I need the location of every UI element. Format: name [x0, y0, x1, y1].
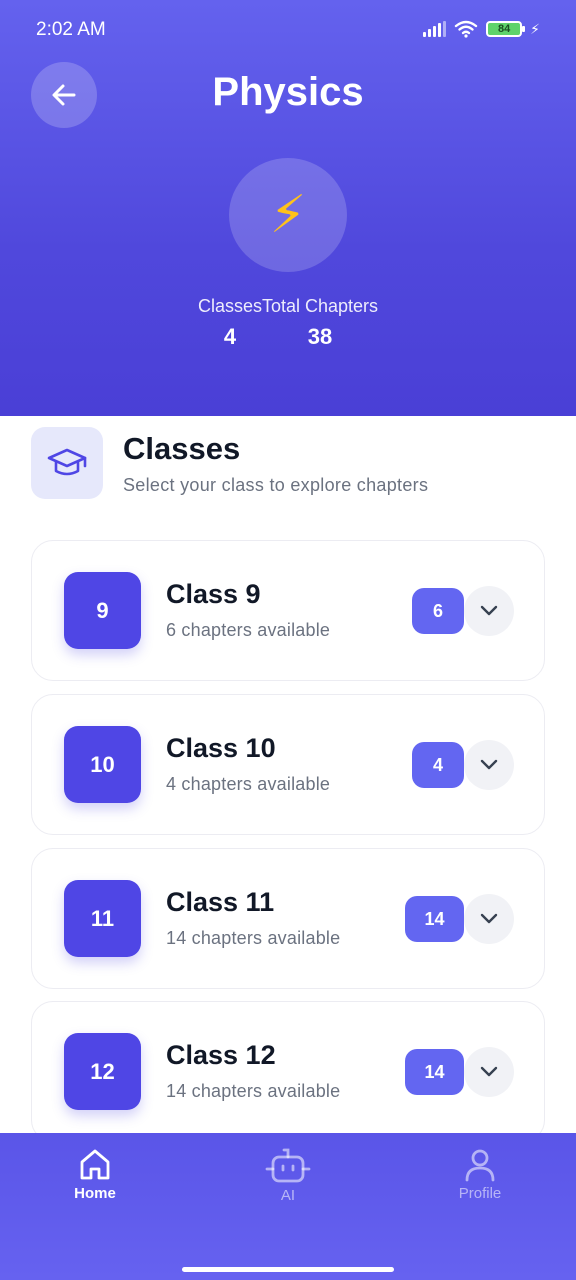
class-card[interactable]: 11 Class 11 14 chapters available 14: [31, 848, 545, 989]
expand-button[interactable]: [464, 586, 514, 636]
signal-icon: [423, 21, 447, 37]
chevron-down-icon: [480, 1066, 498, 1077]
status-icons: 84 ⚡: [423, 20, 540, 38]
chapter-count-badge: 6: [412, 588, 464, 634]
section-subtitle: Select your class to explore chapters: [123, 474, 429, 495]
class-chapter-count-text: 4 chapters available: [166, 774, 331, 794]
class-name: Class 11: [166, 887, 275, 917]
chapter-count-badge: 14: [405, 1049, 464, 1095]
nav-item-profile[interactable]: Profile: [420, 1147, 540, 1202]
charging-icon: ⚡: [530, 20, 540, 37]
home-icon: [80, 1149, 110, 1180]
nav-label: Home: [74, 1185, 116, 1202]
expand-button[interactable]: [464, 894, 514, 944]
nav-label: AI: [280, 1187, 296, 1204]
chapter-count-badge: 4: [412, 742, 464, 788]
stat-classes: Classes 4: [198, 294, 262, 350]
nav-label: Profile: [458, 1185, 502, 1202]
class-card[interactable]: 12 Class 12 14 chapters available 14: [31, 1001, 545, 1142]
battery-icon: 84: [486, 21, 526, 37]
header: 2:02 AM 84 ⚡ Physics ⚡ Classes 4 Total C…: [0, 0, 576, 416]
status-time: 2:02 AM: [36, 19, 106, 40]
home-indicator[interactable]: [182, 1267, 394, 1272]
nav-item-home[interactable]: Home: [35, 1147, 155, 1202]
lightning-bolt-icon: ⚡: [229, 158, 347, 272]
status-bar: 2:02 AM 84 ⚡: [0, 0, 576, 60]
page-title: Physics: [212, 70, 364, 114]
person-icon: [465, 1149, 495, 1182]
stat-value: 4: [223, 324, 237, 349]
stats: Classes 4 Total Chapters 38: [0, 294, 576, 350]
chapter-count-badge: 14: [405, 896, 464, 942]
wifi-icon: [454, 20, 478, 38]
class-chapter-count-text: 14 chapters available: [166, 1081, 341, 1101]
chevron-down-icon: [480, 759, 498, 770]
robot-icon: [265, 1148, 311, 1183]
class-number-badge: 10: [64, 726, 141, 803]
section-header: Classes Select your class to explore cha…: [31, 427, 428, 499]
bottom-nav: Home AI Profile: [0, 1133, 576, 1280]
class-number-badge: 12: [64, 1033, 141, 1110]
chevron-down-icon: [480, 605, 498, 616]
class-card[interactable]: 9 Class 9 6 chapters available 6: [31, 540, 545, 681]
stat-label: Classes: [197, 296, 262, 316]
stat-total-chapters: Total Chapters 38: [262, 294, 378, 350]
nav-item-ai[interactable]: AI: [228, 1147, 348, 1204]
expand-button[interactable]: [464, 1047, 514, 1097]
class-number-badge: 9: [64, 572, 141, 649]
section-title: Classes: [123, 430, 241, 466]
expand-button[interactable]: [464, 740, 514, 790]
stat-label: Total Chapters: [261, 296, 379, 316]
class-number-badge: 11: [64, 880, 141, 957]
chevron-down-icon: [480, 913, 498, 924]
class-name: Class 12: [166, 1040, 276, 1070]
class-chapter-count-text: 6 chapters available: [166, 620, 331, 640]
graduation-cap-icon: [31, 427, 103, 499]
class-card[interactable]: 10 Class 10 4 chapters available 4: [31, 694, 545, 835]
class-name: Class 10: [166, 733, 276, 763]
stat-value: 38: [307, 324, 333, 349]
class-name: Class 9: [166, 579, 261, 609]
class-chapter-count-text: 14 chapters available: [166, 928, 341, 948]
